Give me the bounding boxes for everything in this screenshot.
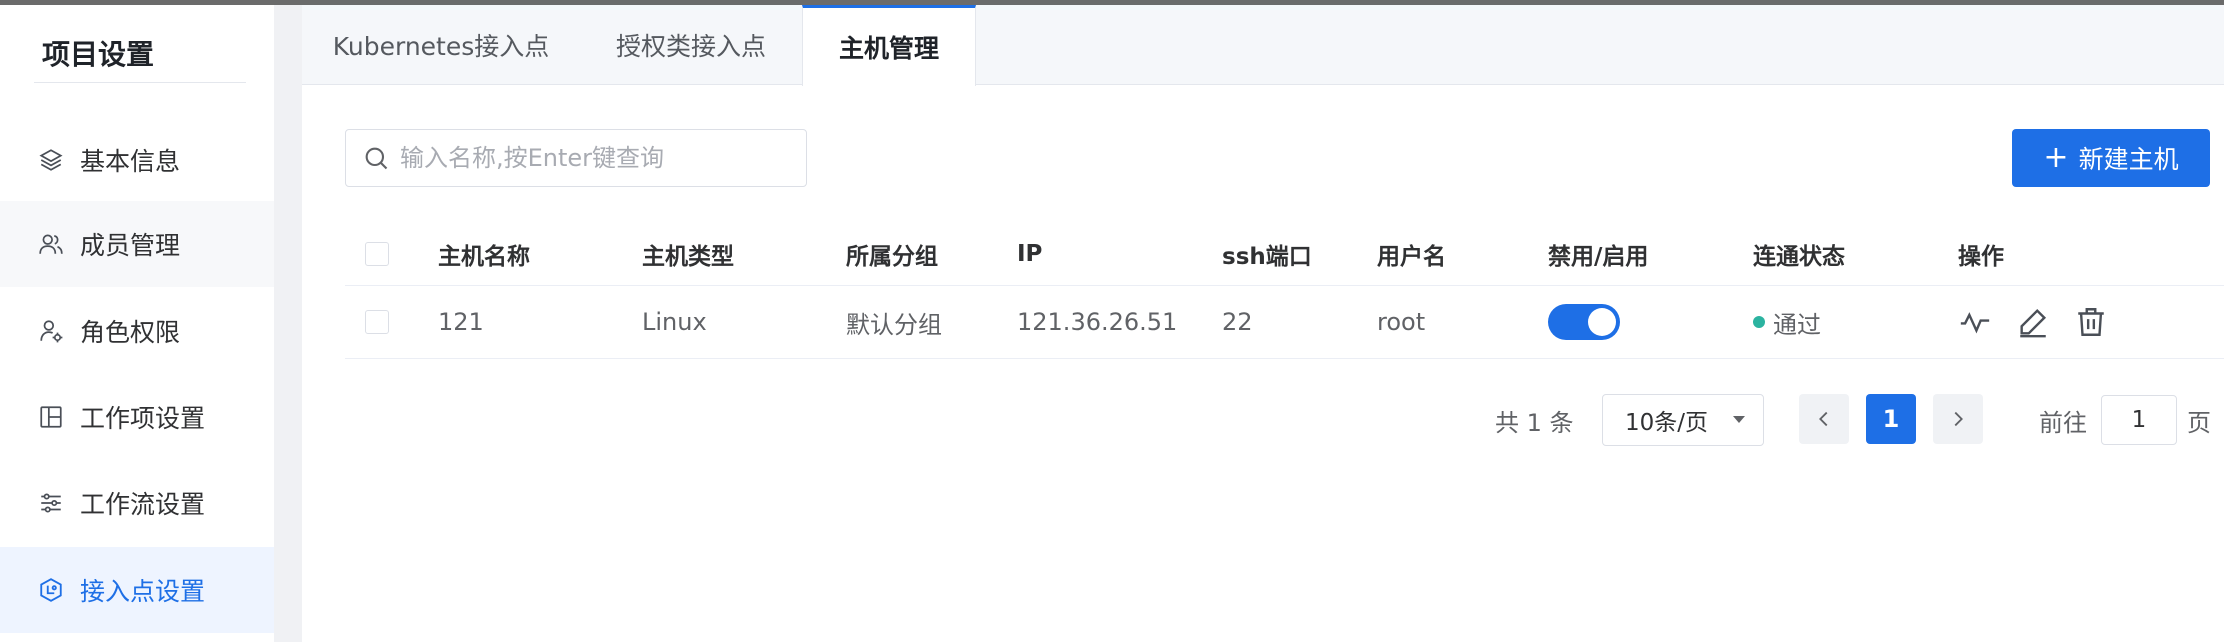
- sliders-icon: [41, 493, 61, 513]
- tab-kubernetes[interactable]: Kubernetes接入点: [302, 5, 580, 85]
- search-icon: [365, 147, 388, 170]
- enable-toggle[interactable]: [1548, 304, 1620, 340]
- column-header: ssh端口: [1222, 244, 1312, 270]
- sidebar-item-roles[interactable]: 角色权限: [0, 288, 274, 374]
- sidebar-item-label: 接入点设置: [80, 577, 206, 606]
- goto-unit: 页: [2187, 408, 2211, 437]
- sidebar-item-workflow[interactable]: 工作流设置: [0, 460, 274, 546]
- sidebar-item-basic-info[interactable]: 基本信息: [0, 117, 274, 203]
- layers-icon: [39, 149, 63, 171]
- users-icon: [39, 234, 63, 254]
- connectivity-status-cell: 通过: [1753, 286, 1821, 358]
- select-all-checkbox[interactable]: [365, 242, 389, 266]
- caret-down-icon: [1733, 416, 1745, 423]
- column-header: 连通状态: [1753, 244, 1845, 270]
- activity-icon[interactable]: [1958, 305, 1992, 339]
- user-settings-icon: [40, 320, 63, 343]
- search-box[interactable]: [345, 129, 807, 187]
- search-input[interactable]: [400, 144, 800, 172]
- sidebar-item-members[interactable]: 成员管理: [0, 201, 274, 287]
- column-header: IP: [1017, 241, 1043, 267]
- ssh-port-cell: 22: [1222, 308, 1253, 336]
- sidebar-item-label: 工作项设置: [80, 404, 206, 433]
- toggle-knob: [1588, 308, 1616, 336]
- status-text: 通过: [1773, 310, 1821, 339]
- sidebar-item-access-points[interactable]: 接入点设置: [0, 547, 274, 633]
- plus-icon: +: [2043, 140, 2069, 175]
- layout-grid-icon: [40, 406, 62, 428]
- page-size-select[interactable]: 10条/页: [1602, 394, 1764, 446]
- chevron-right-icon: [1954, 411, 1963, 427]
- tab-bar: Kubernetes接入点 授权类接入点 主机管理: [302, 5, 2224, 86]
- table-header: 主机名称 主机类型 所属分组 IP ssh端口 用户名 禁用/启用 连通状态 操…: [345, 223, 2224, 286]
- table-row: 121 Linux 默认分组 121.36.26.51 22 root 通过: [345, 286, 2224, 359]
- row-checkbox[interactable]: [365, 310, 389, 334]
- main-panel: Kubernetes接入点 授权类接入点 主机管理 + 新建主机 主机名称 主机…: [302, 5, 2224, 642]
- sidebar: 项目设置 基本信息 成员管理 角色权限 工作项设置 工作流设置 接入点设置: [0, 5, 274, 642]
- enable-toggle-cell: [1548, 286, 1620, 358]
- column-header: 禁用/启用: [1548, 244, 1649, 270]
- chevron-left-icon: [1819, 411, 1828, 427]
- sidebar-item-label: 成员管理: [80, 231, 181, 260]
- hosts-table: 主机名称 主机类型 所属分组 IP ssh端口 用户名 禁用/启用 连通状态 操…: [345, 223, 2224, 359]
- goto-page-input[interactable]: [2101, 395, 2177, 445]
- username-cell: root: [1377, 308, 1426, 336]
- host-group-cell: 默认分组: [846, 310, 942, 339]
- page-size-value: 10条/页: [1625, 410, 1709, 436]
- host-ip-cell: 121.36.26.51: [1017, 308, 1178, 336]
- page: 项目设置 基本信息 成员管理 角色权限 工作项设置 工作流设置 接入点设置 Ku…: [0, 0, 2224, 642]
- next-page-button[interactable]: [1933, 394, 1983, 444]
- edit-icon[interactable]: [2016, 305, 2050, 339]
- sidebar-gutter: [274, 5, 302, 642]
- sidebar-title: 项目设置: [42, 38, 155, 71]
- sidebar-item-work-items[interactable]: 工作项设置: [0, 374, 274, 460]
- host-name-cell: 121: [438, 308, 484, 336]
- pagination-total: 共 1 条: [1495, 408, 1574, 437]
- trash-icon[interactable]: [2074, 305, 2108, 339]
- status-dot: [1753, 316, 1765, 328]
- row-checkbox-cell: [365, 286, 389, 358]
- column-header: 主机名称: [438, 244, 530, 270]
- sidebar-item-label: 角色权限: [80, 318, 181, 347]
- prev-page-button[interactable]: [1799, 394, 1849, 444]
- column-header: 操作: [1958, 244, 2004, 270]
- tab-auth-access[interactable]: 授权类接入点: [580, 5, 802, 85]
- goto-page: 前往 页: [2039, 394, 2211, 446]
- column-header: 用户名: [1377, 244, 1446, 270]
- column-header: 主机类型: [642, 244, 734, 270]
- hexagon-link-icon: [40, 578, 62, 602]
- host-type-cell: Linux: [642, 308, 707, 336]
- header-checkbox-cell: [365, 223, 389, 285]
- tab-host-management[interactable]: 主机管理: [802, 5, 976, 86]
- sidebar-item-label: 基本信息: [80, 147, 181, 176]
- new-host-button[interactable]: + 新建主机: [2012, 129, 2210, 187]
- actions-cell: [1958, 286, 2132, 358]
- new-host-button-label: 新建主机: [2078, 145, 2179, 174]
- goto-label: 前往: [2039, 408, 2087, 437]
- column-header: 所属分组: [846, 244, 938, 270]
- sidebar-item-label: 工作流设置: [80, 490, 206, 519]
- page-number-button[interactable]: 1: [1866, 394, 1916, 444]
- sidebar-divider: [34, 82, 246, 83]
